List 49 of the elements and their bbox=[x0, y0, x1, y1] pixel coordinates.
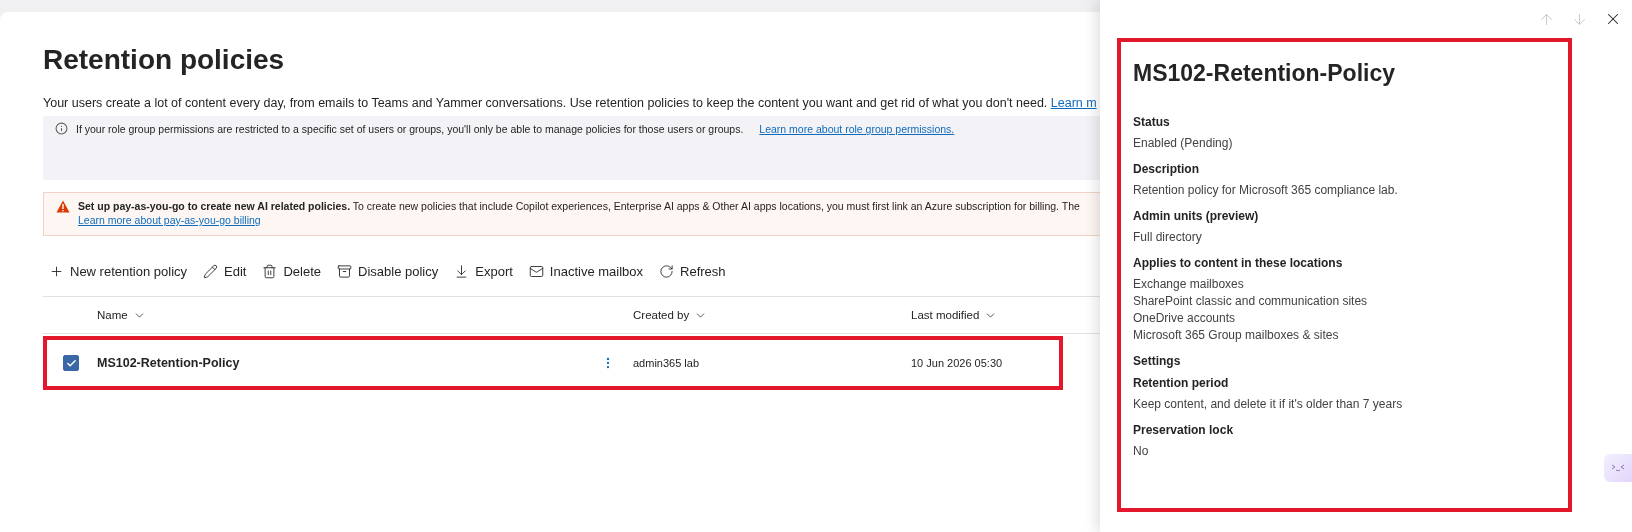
role-permissions-link[interactable]: Learn more about role group permissions. bbox=[759, 123, 955, 135]
info-icon bbox=[55, 122, 68, 135]
field-value: Microsoft 365 Group mailboxes & sites bbox=[1133, 327, 1340, 344]
field-label: Applies to content in these locations bbox=[1133, 256, 1344, 270]
page-description: Your users create a lot of content every day, from emails to Teams and Yammer conversations. Use retention policies to keep the content you want and get rid of what you don't need. Learn m bbox=[43, 96, 1098, 110]
warning-icon bbox=[56, 200, 70, 213]
toolbar-button[interactable]: Edit bbox=[203, 263, 247, 279]
field-value: OneDrive accounts bbox=[1133, 310, 1237, 327]
field-value: Keep content, and delete it if it's older than 7 years bbox=[1133, 396, 1404, 413]
toolbar-button[interactable]: Disable policy bbox=[337, 263, 439, 279]
learn-more-link[interactable]: Learn m bbox=[1050, 96, 1097, 110]
column-header[interactable]: Created by bbox=[633, 308, 911, 322]
field-label: Preservation lock bbox=[1133, 423, 1235, 437]
row-checkbox[interactable] bbox=[63, 355, 79, 371]
field-value: SharePoint classic and communication sites bbox=[1133, 293, 1369, 310]
field-value: No bbox=[1133, 443, 1150, 460]
trash-icon bbox=[262, 263, 278, 279]
field-value: Retention policy for Microsoft 365 compliance lab. bbox=[1133, 182, 1399, 199]
toolbar-button[interactable]: Inactive mailbox bbox=[528, 263, 644, 279]
archive-icon bbox=[337, 263, 353, 279]
panel-title: MS102-Retention-Policy bbox=[1133, 60, 1396, 87]
plus-icon bbox=[49, 263, 64, 279]
toolbar-button[interactable]: Refresh bbox=[659, 263, 726, 279]
field-value: Full directory bbox=[1133, 229, 1203, 246]
warning-text: Set up pay-as-you-go to create new AI related policies. To create new policies that include Copilot experiences, Enterprise AI apps & Other AI apps locations, you must first link an Azure subscription for billing. The bbox=[78, 199, 1081, 213]
pay-as-you-go-link[interactable]: Learn more about pay-as-you-go billing bbox=[78, 214, 261, 226]
toolbar-button[interactable]: New retention policy bbox=[49, 263, 188, 279]
field-value: Enabled (Pending) bbox=[1133, 135, 1234, 152]
section-heading: Settings bbox=[1133, 354, 1182, 368]
refresh-icon bbox=[659, 263, 675, 279]
field-value: Exchange mailboxes bbox=[1133, 276, 1245, 293]
toolbar-button[interactable]: Export bbox=[454, 263, 513, 279]
field-label: Description bbox=[1133, 162, 1200, 176]
pencil-icon bbox=[203, 263, 219, 279]
field-label: Status bbox=[1133, 115, 1171, 129]
toolbar-button[interactable]: Delete bbox=[262, 263, 322, 279]
checkmark-icon bbox=[65, 357, 77, 369]
page-title: Retention policies bbox=[43, 44, 286, 76]
policy-name[interactable]: MS102-Retention-Policy bbox=[97, 356, 240, 370]
field-label: Retention period bbox=[1133, 376, 1230, 390]
table-cell-text: admin365 lab bbox=[633, 357, 701, 369]
column-header[interactable]: Last modified bbox=[911, 308, 1100, 322]
column-header[interactable]: Name bbox=[97, 308, 633, 322]
info-text: If your role group permissions are restricted to a specific set of users or groups, you'll only be able to manage policies for those users or groups. bbox=[76, 123, 744, 135]
envelope-icon bbox=[528, 263, 544, 279]
table-row[interactable]: MS102-Retention-Policy admin365 lab 10 Jun 2026 05:30 bbox=[43, 336, 1063, 390]
prompt-icon bbox=[1611, 463, 1625, 473]
table-cell-text: 10 Jun 2026 05:30 bbox=[911, 357, 1004, 369]
field-label: Admin units (preview) bbox=[1133, 209, 1260, 223]
